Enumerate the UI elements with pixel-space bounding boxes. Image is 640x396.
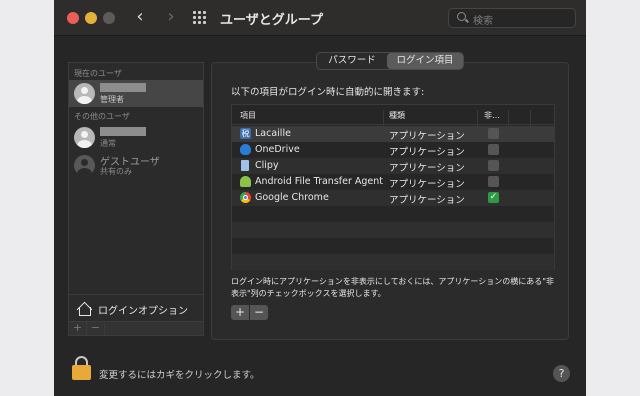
guest-avatar-icon — [74, 155, 95, 176]
user-row-guest[interactable]: ゲストユーザ 共有のみ — [69, 152, 203, 179]
hide-checkbox[interactable] — [488, 176, 499, 187]
hide-checkbox[interactable] — [488, 144, 499, 155]
item-kind: アプリケーション — [389, 195, 465, 206]
android-icon — [240, 176, 251, 187]
item-name: Google Chrome — [255, 192, 329, 203]
user-add-remove-bar: + − — [68, 322, 204, 336]
search-field[interactable]: 検索 — [448, 8, 576, 28]
redacted-user-name — [100, 127, 146, 136]
other-users-header: その他のユーザ — [74, 112, 130, 121]
current-users-header: 現在のユーザ — [74, 69, 122, 78]
back-button[interactable]: ‹ — [129, 6, 151, 28]
close-button[interactable] — [67, 12, 79, 24]
table-row-empty — [232, 238, 554, 254]
lacaille-icon: 税 — [240, 128, 251, 139]
login-items-panel: 以下の項目がログイン時に自動的に開きます: 項目 種類 非… 税 Lacaill… — [211, 62, 569, 340]
item-kind: アプリケーション — [389, 163, 465, 174]
minimize-button[interactable] — [85, 12, 97, 24]
guest-user-role: 共有のみ — [100, 167, 132, 176]
login-items-intro: 以下の項目がログイン時に自動的に開きます: — [231, 87, 425, 98]
table-row-onedrive[interactable]: OneDrive アプリケーション — [232, 142, 554, 158]
search-placeholder: 検索 — [473, 16, 493, 27]
forward-button[interactable]: › — [160, 6, 182, 28]
lock-icon[interactable] — [72, 356, 91, 380]
column-header-kind[interactable]: 種類 — [389, 110, 405, 121]
login-options-label: ログインオプション — [98, 306, 188, 317]
column-header-hide[interactable]: 非… — [484, 110, 500, 121]
table-row-google-chrome[interactable]: Google Chrome アプリケーション ✓ — [232, 190, 554, 206]
search-icon — [457, 12, 466, 21]
lock-instructions: 変更するにはカギをクリックします。 — [99, 370, 260, 381]
user-role: 管理者 — [100, 95, 124, 104]
login-items-table: 項目 種類 非… 税 Lacaille アプリケーション OneDrive アプ… — [231, 104, 555, 270]
column-header-item[interactable]: 項目 — [240, 110, 256, 121]
zoom-button[interactable] — [103, 12, 115, 24]
show-all-grid-icon[interactable] — [193, 11, 207, 25]
item-kind: アプリケーション — [389, 179, 465, 190]
chrome-icon — [240, 192, 251, 203]
user-row-current[interactable]: 管理者 — [69, 80, 203, 107]
item-name: Clipy — [255, 160, 279, 171]
help-button[interactable]: ? — [553, 365, 570, 382]
desktop-background-left — [0, 0, 54, 396]
table-header: 項目 種類 非… — [232, 105, 554, 130]
clipy-icon — [241, 160, 249, 171]
item-name: Android File Transfer Agent — [255, 176, 384, 187]
hide-checkbox-checked[interactable]: ✓ — [488, 192, 499, 203]
item-kind: アプリケーション — [389, 147, 465, 158]
login-options-item[interactable]: ログインオプション — [69, 294, 203, 321]
item-kind: アプリケーション — [389, 131, 465, 142]
title-bar: ‹ › ユーザとグループ 検索 — [54, 0, 586, 36]
users-groups-window: ‹ › ユーザとグループ 検索 現在のユーザ 管理者 その他のユーザ 通常 ゲス… — [54, 0, 586, 396]
redacted-user-name — [100, 83, 146, 92]
user-row-other[interactable]: 通常 — [69, 124, 203, 151]
item-name: Lacaille — [255, 128, 291, 139]
tab-bar: パスワード ログイン項目 — [316, 52, 464, 70]
remove-login-item-button[interactable]: − — [250, 305, 268, 320]
desktop-background-right — [586, 0, 640, 396]
add-user-button[interactable]: + — [69, 322, 87, 335]
lock-body — [72, 365, 91, 380]
window-title: ユーザとグループ — [220, 13, 323, 28]
user-avatar-icon — [74, 127, 95, 148]
table-row-android-file-transfer[interactable]: Android File Transfer Agent アプリケーション — [232, 174, 554, 190]
user-avatar-icon — [74, 83, 95, 104]
table-row-empty — [232, 222, 554, 238]
login-item-add-remove: + − — [231, 305, 269, 320]
hide-checkbox[interactable] — [488, 160, 499, 171]
item-name: OneDrive — [255, 144, 300, 155]
table-row-empty — [232, 254, 554, 270]
hide-checkbox[interactable] — [488, 128, 499, 139]
table-row-empty — [232, 206, 554, 222]
add-login-item-button[interactable]: + — [231, 305, 249, 320]
tab-password[interactable]: パスワード — [317, 53, 387, 69]
onedrive-icon — [240, 144, 251, 155]
table-row-clipy[interactable]: Clipy アプリケーション — [232, 158, 554, 174]
tab-login-items[interactable]: ログイン項目 — [387, 53, 463, 69]
user-role: 通常 — [100, 139, 116, 148]
user-list: 現在のユーザ 管理者 その他のユーザ 通常 ゲストユーザ 共有のみ ログインオプ… — [68, 62, 204, 322]
hide-instructions-text: ログイン時にアプリケーションを非表示にしておくには、アプリケーションの横にある"… — [231, 277, 554, 298]
house-icon — [77, 302, 91, 316]
remove-user-button[interactable]: − — [87, 322, 105, 335]
table-row-lacaille[interactable]: 税 Lacaille アプリケーション — [232, 126, 554, 142]
